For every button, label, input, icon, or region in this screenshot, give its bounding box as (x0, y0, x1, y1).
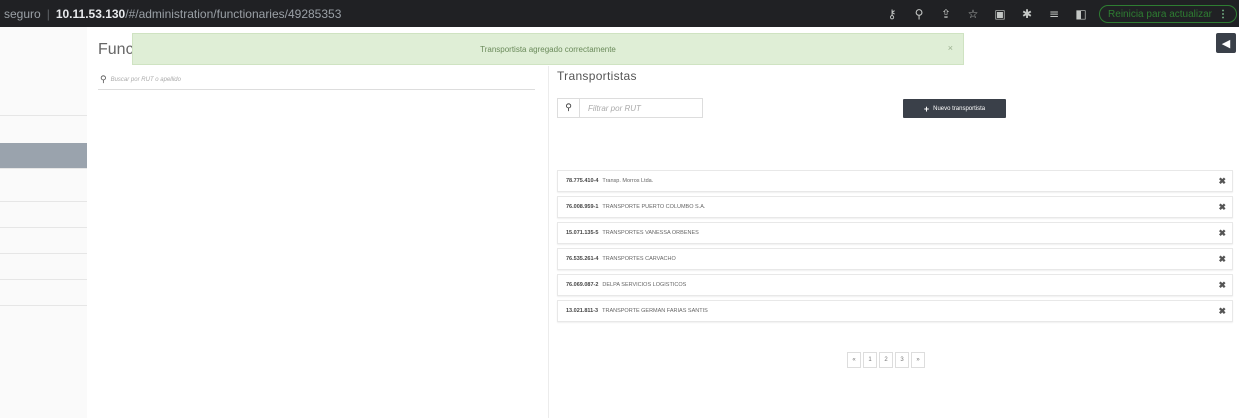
carrier-rut: 15.071.135-5 (566, 230, 599, 236)
success-toast: Transportista agregado correctamente × (132, 33, 964, 65)
menu-dots-icon[interactable]: ⋮ (1218, 9, 1228, 20)
remove-icon[interactable]: ✖ (1218, 176, 1226, 187)
carrier-rut: 76.008.959-1 (566, 204, 599, 210)
pagination-page-2[interactable]: 2 (879, 352, 893, 368)
column-divider (548, 66, 549, 418)
carrier-name: TRANSPORTE PUERTO COLUMBO S.A. (602, 204, 706, 210)
sidebar-item[interactable] (0, 176, 87, 202)
page-title: Func (98, 41, 134, 58)
carrier-rut: 78.775.410-4 (566, 178, 599, 184)
search-icon: ⚲ (558, 99, 580, 117)
zoom-icon[interactable]: ⚲ (912, 7, 926, 21)
share-icon[interactable]: ⇪ (939, 7, 953, 21)
plus-icon: + (923, 103, 930, 114)
search-input[interactable]: Buscar por RUT o apellido (111, 77, 181, 83)
remove-icon[interactable]: ✖ (1218, 280, 1226, 291)
pagination-page-1[interactable]: 1 (863, 352, 877, 368)
carrier-name: TRANSPORTES CARVACHO (602, 256, 676, 262)
reading-list-icon[interactable]: ≡ (1047, 7, 1061, 21)
carrier-row[interactable]: 13.021.811-3 TRANSPORTE GERMAN FARIAS SA… (557, 300, 1233, 322)
carrier-rut: 76.535.261-4 (566, 256, 599, 262)
sidebar-item[interactable] (0, 254, 87, 280)
search-icon: ⚲ (100, 74, 107, 85)
sidebar-item[interactable] (0, 228, 87, 254)
carrier-name: DELPA SERVICIOS LOGISTICOS (602, 282, 687, 288)
sidebar-item[interactable] (0, 90, 87, 116)
toast-message: Transportista agregado correctamente (480, 44, 616, 54)
announcement-button[interactable]: ◀ (1216, 33, 1236, 53)
toast-close-icon[interactable]: × (948, 43, 953, 53)
remove-icon[interactable]: ✖ (1218, 202, 1226, 213)
browser-toolbar: seguro | 10.11.53.130/#/administration/fun… (0, 0, 1239, 27)
sidebar-item[interactable] (0, 280, 87, 306)
address-separator: | (46, 6, 50, 21)
url-path: /#/administration/functionaries/49285353 (125, 6, 342, 21)
new-carrier-button[interactable]: + Nuevo transportista (903, 99, 1006, 118)
security-label: seguro (4, 6, 41, 21)
sidebar-item[interactable] (0, 202, 87, 228)
carriers-title: Transportistas (557, 69, 637, 83)
pagination: « 1 2 3 » (847, 352, 925, 368)
rut-filter[interactable]: ⚲ Filtrar por RUT (557, 98, 703, 118)
browser-actions: ⚷ ⚲ ⇪ ☆ ▣ ✱ ≡ ◧ (885, 0, 1117, 27)
key-icon[interactable]: ⚷ (885, 7, 899, 21)
remove-icon[interactable]: ✖ (1218, 306, 1226, 317)
carrier-row[interactable]: 76.069.087-2 DELPA SERVICIOS LOGISTICOS … (557, 274, 1233, 296)
url-host: 10.11.53.130 (55, 6, 126, 21)
carrier-name: Transp. Morros Ltda. (602, 178, 654, 184)
pagination-prev[interactable]: « (847, 352, 861, 368)
pagination-page-3[interactable]: 3 (895, 352, 909, 368)
update-button[interactable]: Reinicia para actualizar ⋮ (1099, 5, 1237, 23)
carrier-row[interactable]: 76.008.959-1 TRANSPORTE PUERTO COLUMBO S… (557, 196, 1233, 218)
side-panel-icon[interactable]: ◧ (1074, 7, 1088, 21)
carrier-name: TRANSPORTE GERMAN FARIAS SANTIS (602, 308, 708, 314)
pagination-next[interactable]: » (911, 352, 925, 368)
remove-icon[interactable]: ✖ (1218, 228, 1226, 239)
bookmark-star-icon[interactable]: ☆ (966, 7, 980, 21)
extension-icon[interactable]: ▣ (993, 7, 1007, 21)
carrier-rut: 76.069.087-2 (566, 282, 599, 288)
puzzle-icon[interactable]: ✱ (1020, 7, 1034, 21)
megaphone-icon: ◀ (1221, 36, 1231, 50)
new-carrier-label: Nuevo transportista (933, 105, 986, 112)
app-sidebar (0, 27, 87, 418)
functionary-search[interactable]: ⚲ Buscar por RUT o apellido (98, 70, 535, 90)
remove-icon[interactable]: ✖ (1218, 254, 1226, 265)
carrier-name: TRANSPORTES VANESSA ORBENES (602, 230, 699, 236)
carrier-row[interactable]: 15.071.135-5 TRANSPORTES VANESSA ORBENES… (557, 222, 1233, 244)
carrier-rut: 13.021.811-3 (566, 308, 599, 314)
rut-filter-input[interactable]: Filtrar por RUT (580, 104, 641, 113)
sidebar-item-active[interactable] (0, 143, 87, 169)
carrier-row[interactable]: 78.775.410-4 Transp. Morros Ltda. ✖ (557, 170, 1233, 192)
update-label: Reinicia para actualizar (1108, 8, 1212, 20)
address-bar[interactable]: seguro | 10.11.53.130/#/administration/fun… (0, 7, 341, 21)
carrier-row[interactable]: 76.535.261-4 TRANSPORTES CARVACHO ✖ (557, 248, 1233, 270)
